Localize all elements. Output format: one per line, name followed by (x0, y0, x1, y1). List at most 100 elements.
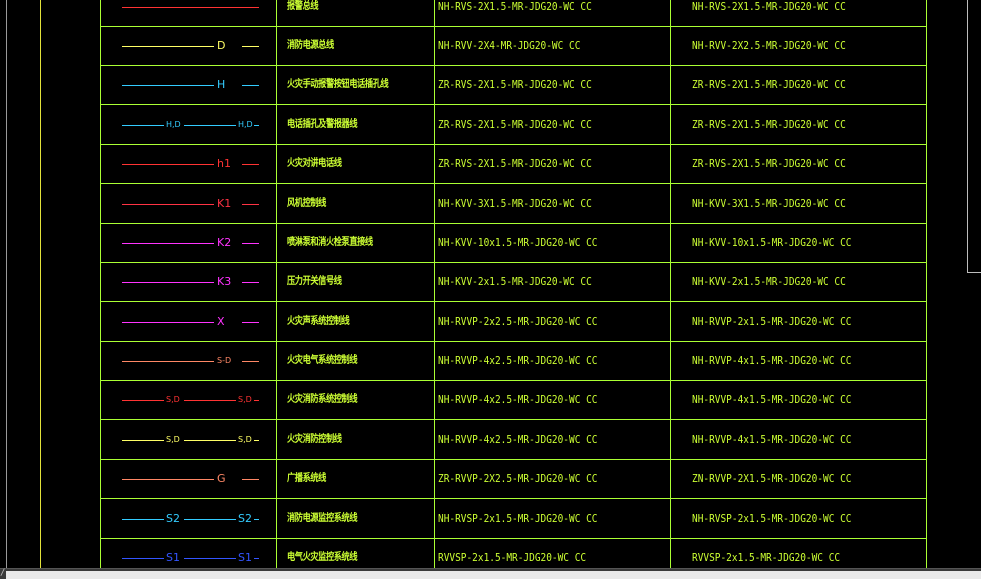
cable-spec-b: NH-KVV-10x1.5-MR-JDG20-WC CC (692, 236, 852, 249)
line-symbol-label: S-D (217, 356, 232, 365)
line-symbol: S,D S,D (122, 393, 259, 407)
cable-spec-a: NH-KVV-2x1.5-MR-JDG20-WC CC (438, 275, 592, 288)
line-name: 电话插孔及警报器线 (287, 119, 358, 130)
line-segment (122, 440, 164, 441)
line-symbol: S1 S1 (122, 551, 259, 565)
line-symbol-label: S,D (166, 395, 180, 404)
line-name: 风机控制线 (287, 198, 326, 209)
line-segment (122, 204, 214, 205)
horizontal-scrollbar[interactable] (0, 568, 981, 579)
cable-spec-b: NH-KVV-3X1.5-MR-JDG20-WC CC (692, 197, 846, 210)
line-symbol-label: X (217, 315, 225, 328)
line-symbol-label: S1 (238, 551, 252, 564)
line-symbol-label: K1 (217, 197, 232, 210)
line-segment (254, 440, 259, 441)
table-row-border (100, 459, 927, 460)
line-name: 火灾对讲电话线 (287, 158, 342, 169)
line-segment (254, 400, 259, 401)
cable-spec-a: NH-RVVP-4x2.5-MR-JDG20-WC CC (438, 393, 598, 406)
line-segment (242, 164, 259, 165)
cable-spec-a: NH-RVSP-2x1.5-MR-JDG20-WC CC (438, 512, 598, 525)
line-segment (184, 558, 236, 559)
line-symbol-label: H,D (166, 120, 181, 129)
cable-spec-b: NH-RVVP-4x1.5-MR-JDG20-WC CC (692, 354, 852, 367)
line-name: 广播系统线 (287, 473, 326, 484)
line-segment (122, 479, 214, 480)
table-row-border (100, 380, 927, 381)
line-name: 报警总线 (287, 1, 319, 12)
line-name: 火灾消防控制线 (287, 434, 342, 445)
line-segment (122, 282, 214, 283)
line-segment (242, 85, 259, 86)
cable-spec-b: NH-RVVP-4x1.5-MR-JDG20-WC CC (692, 433, 852, 446)
cable-spec-b: ZR-RVS-2X1.5-MR-JDG20-WC CC (692, 118, 846, 131)
line-segment (122, 85, 214, 86)
line-segment (242, 46, 259, 47)
line-symbol: H,D H,D (122, 118, 259, 132)
line-segment (184, 440, 236, 441)
line-symbol: S-D (122, 354, 259, 368)
table-col-border-0 (100, 0, 101, 568)
cable-spec-b: ZR-RVS-2X1.5-MR-JDG20-WC CC (692, 157, 846, 170)
cable-spec-a: RVVSP-2x1.5-MR-JDG20-WC CC (438, 551, 587, 564)
line-symbol-label: K3 (217, 275, 232, 288)
frame-line-left (40, 0, 41, 568)
line-name: 消防电源监控系统线 (287, 513, 358, 524)
line-symbol: H (122, 78, 259, 92)
line-name: 电气火灾监控系统线 (287, 552, 358, 563)
table-row-border (100, 183, 927, 184)
line-symbol: K3 (122, 275, 259, 289)
table-row-border (100, 144, 927, 145)
cable-spec-a: ZR-RVS-2X1.5-MR-JDG20-WC CC (438, 157, 592, 170)
table-row-border (100, 104, 927, 105)
table-row-border (100, 65, 927, 66)
table-row-border (100, 26, 927, 27)
line-symbol-label: H (217, 78, 226, 91)
cable-spec-b: NH-RVVP-4x1.5-MR-JDG20-WC CC (692, 393, 852, 406)
line-segment (254, 125, 259, 126)
line-segment (122, 164, 214, 165)
line-name: 喷淋泵和消火栓泵直接线 (287, 237, 373, 248)
frame-line-right (967, 0, 968, 272)
line-symbol: h1 (122, 157, 259, 171)
cable-spec-a: ZR-RVS-2X1.5-MR-JDG20-WC CC (438, 78, 592, 91)
line-segment (122, 400, 164, 401)
cable-spec-b: NH-RVV-2X2.5-MR-JDG20-WC CC (692, 39, 846, 52)
line-segment (122, 322, 214, 323)
corner-tick-icon: / (0, 568, 6, 578)
line-symbol-label: D (217, 39, 226, 52)
line-name: 火灾手动报警按钮电话插孔线 (287, 79, 389, 90)
frame-line-right-bottom (967, 272, 981, 273)
line-symbol-label: G (217, 472, 226, 485)
cable-spec-a: NH-RVVP-4x2.5-MR-JDG20-WC CC (438, 354, 598, 367)
cable-spec-b: NH-RVS-2X1.5-MR-JDG20-WC CC (692, 0, 846, 13)
cad-drawing-canvas[interactable]: 报警总线 NH-RVS-2X1.5-MR-JDG20-WC CC NH-RVS-2X… (0, 0, 981, 579)
table-col-border-4 (926, 0, 927, 568)
line-symbol: K1 (122, 197, 259, 211)
line-name: 火灾声系统控制线 (287, 316, 350, 327)
line-segment (242, 204, 259, 205)
line-symbol-label: S2 (166, 512, 180, 525)
line-symbol-label: K2 (217, 236, 232, 249)
line-symbol-label: S,D (238, 395, 252, 404)
cable-spec-a: ZR-RVS-2X1.5-MR-JDG20-WC CC (438, 118, 592, 131)
line-symbol: X (122, 315, 259, 329)
table-row-border (100, 538, 927, 539)
line-name: 压力开关信号线 (287, 276, 342, 287)
table-row-border (100, 498, 927, 499)
line-symbol-label: S1 (166, 551, 180, 564)
line-segment (242, 361, 259, 362)
table-row-border (100, 223, 927, 224)
table-col-border-2 (434, 0, 435, 568)
line-symbol-label: S2 (238, 512, 252, 525)
cable-spec-b: NH-RVVP-2x1.5-MR-JDG20-WC CC (692, 315, 852, 328)
line-symbol-label: H,D (238, 120, 253, 129)
scrollbar-track[interactable] (6, 571, 981, 579)
line-segment (122, 558, 164, 559)
table-row-border (100, 301, 927, 302)
line-name: 消防电源总线 (287, 40, 334, 51)
line-segment (122, 46, 214, 47)
line-segment (242, 282, 259, 283)
line-segment (242, 322, 259, 323)
cable-spec-a: NH-KVV-10x1.5-MR-JDG20-WC CC (438, 236, 598, 249)
